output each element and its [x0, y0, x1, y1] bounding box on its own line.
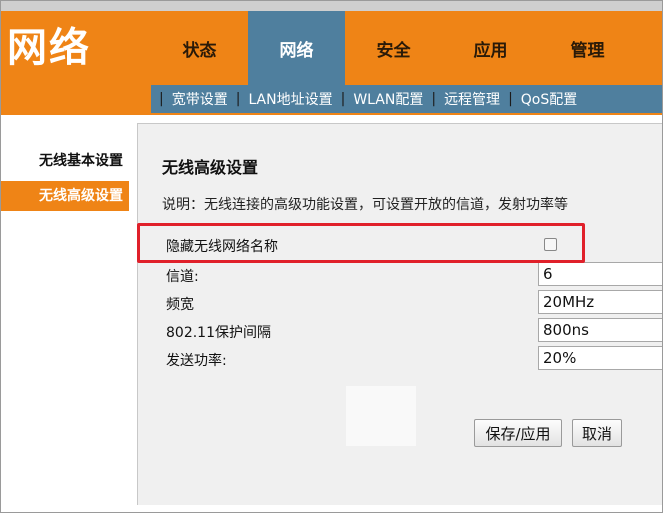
- transmit-power-select[interactable]: 20%: [538, 346, 662, 370]
- channel-label: 信道:: [166, 269, 199, 285]
- subnav-separator: |: [159, 91, 164, 107]
- subnav-remote-management[interactable]: 远程管理: [444, 89, 500, 109]
- tab-network[interactable]: 网络: [248, 11, 345, 85]
- page-title: 无线高级设置: [162, 158, 259, 177]
- cancel-button[interactable]: 取消: [572, 419, 622, 447]
- tab-security[interactable]: 安全: [345, 11, 442, 85]
- bandwidth-select[interactable]: 20MHz: [538, 290, 662, 314]
- subnav-lan[interactable]: LAN地址设置: [248, 89, 332, 109]
- router-admin-window: 网络 状态 网络 安全 应用 管理 | 宽带设置 | LAN地址设置 | WLA…: [0, 0, 663, 513]
- left-sidebar: 无线基本设置 无线高级设置: [1, 115, 137, 512]
- subnav-wlan[interactable]: WLAN配置: [353, 89, 423, 109]
- subnav-separator: |: [431, 91, 437, 107]
- tab-management[interactable]: 管理: [539, 11, 636, 85]
- section-brand-title: 网络: [7, 25, 91, 71]
- subnav-qos[interactable]: QoS配置: [521, 89, 577, 109]
- transmit-power-label: 发送功率:: [166, 353, 227, 369]
- sub-navigation: | 宽带设置 | LAN地址设置 | WLAN配置 | 远程管理 | QoS配置: [151, 85, 662, 113]
- content-panel: 无线高级设置 说明：无线连接的高级功能设置，可设置开放的信道，发射功率等 隐藏无…: [137, 123, 662, 505]
- tab-application[interactable]: 应用: [442, 11, 539, 85]
- bandwidth-label: 频宽: [166, 297, 194, 313]
- subnav-separator: |: [235, 91, 241, 107]
- main-tabs: 状态 网络 安全 应用 管理: [151, 11, 636, 85]
- guard-interval-select[interactable]: 800ns: [538, 318, 662, 342]
- screen-glare: [346, 386, 416, 446]
- save-apply-button[interactable]: 保存/应用: [474, 419, 562, 447]
- channel-select[interactable]: 6: [538, 262, 662, 286]
- guard-interval-label: 802.11保护间隔: [166, 325, 271, 341]
- tab-status[interactable]: 状态: [151, 11, 248, 85]
- subnav-separator: |: [340, 91, 346, 107]
- sidebar-item-wireless-advanced[interactable]: 无线高级设置: [1, 181, 129, 211]
- highlight-annotation-box: [137, 223, 585, 263]
- subnav-broadband[interactable]: 宽带设置: [172, 89, 228, 109]
- subnav-separator: |: [508, 91, 513, 107]
- sidebar-item-wireless-basic[interactable]: 无线基本设置: [1, 146, 129, 176]
- page-description: 说明：无线连接的高级功能设置，可设置开放的信道，发射功率等: [162, 197, 568, 213]
- header-top-strip: [1, 1, 662, 11]
